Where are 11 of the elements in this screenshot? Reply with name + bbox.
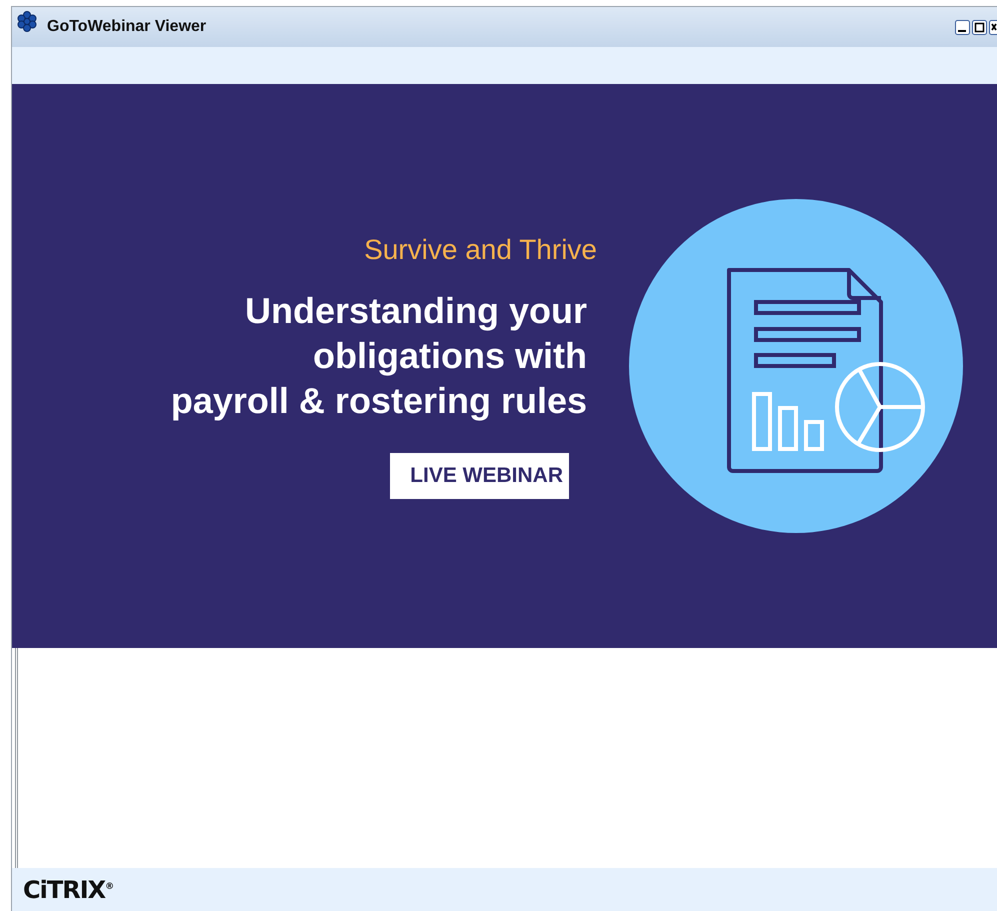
maximize-icon[interactable] bbox=[972, 20, 987, 34]
citrix-logo: CiTRIX$^{®}$ bbox=[23, 876, 114, 904]
minimize-icon[interactable] bbox=[955, 20, 970, 34]
slide-title-line: Understanding your bbox=[244, 288, 587, 332]
live-webinar-label: LIVE WEBINAR bbox=[390, 452, 569, 498]
window-title: GoToWebinar Viewer bbox=[47, 18, 206, 36]
slide-title-line: obligations with bbox=[313, 334, 587, 378]
close-icon[interactable] bbox=[989, 20, 997, 34]
flower-icon bbox=[16, 10, 38, 32]
slide-title-line: payroll & rostering rules bbox=[170, 378, 587, 422]
slide-subtitle: Survive and Thrive bbox=[364, 234, 597, 266]
